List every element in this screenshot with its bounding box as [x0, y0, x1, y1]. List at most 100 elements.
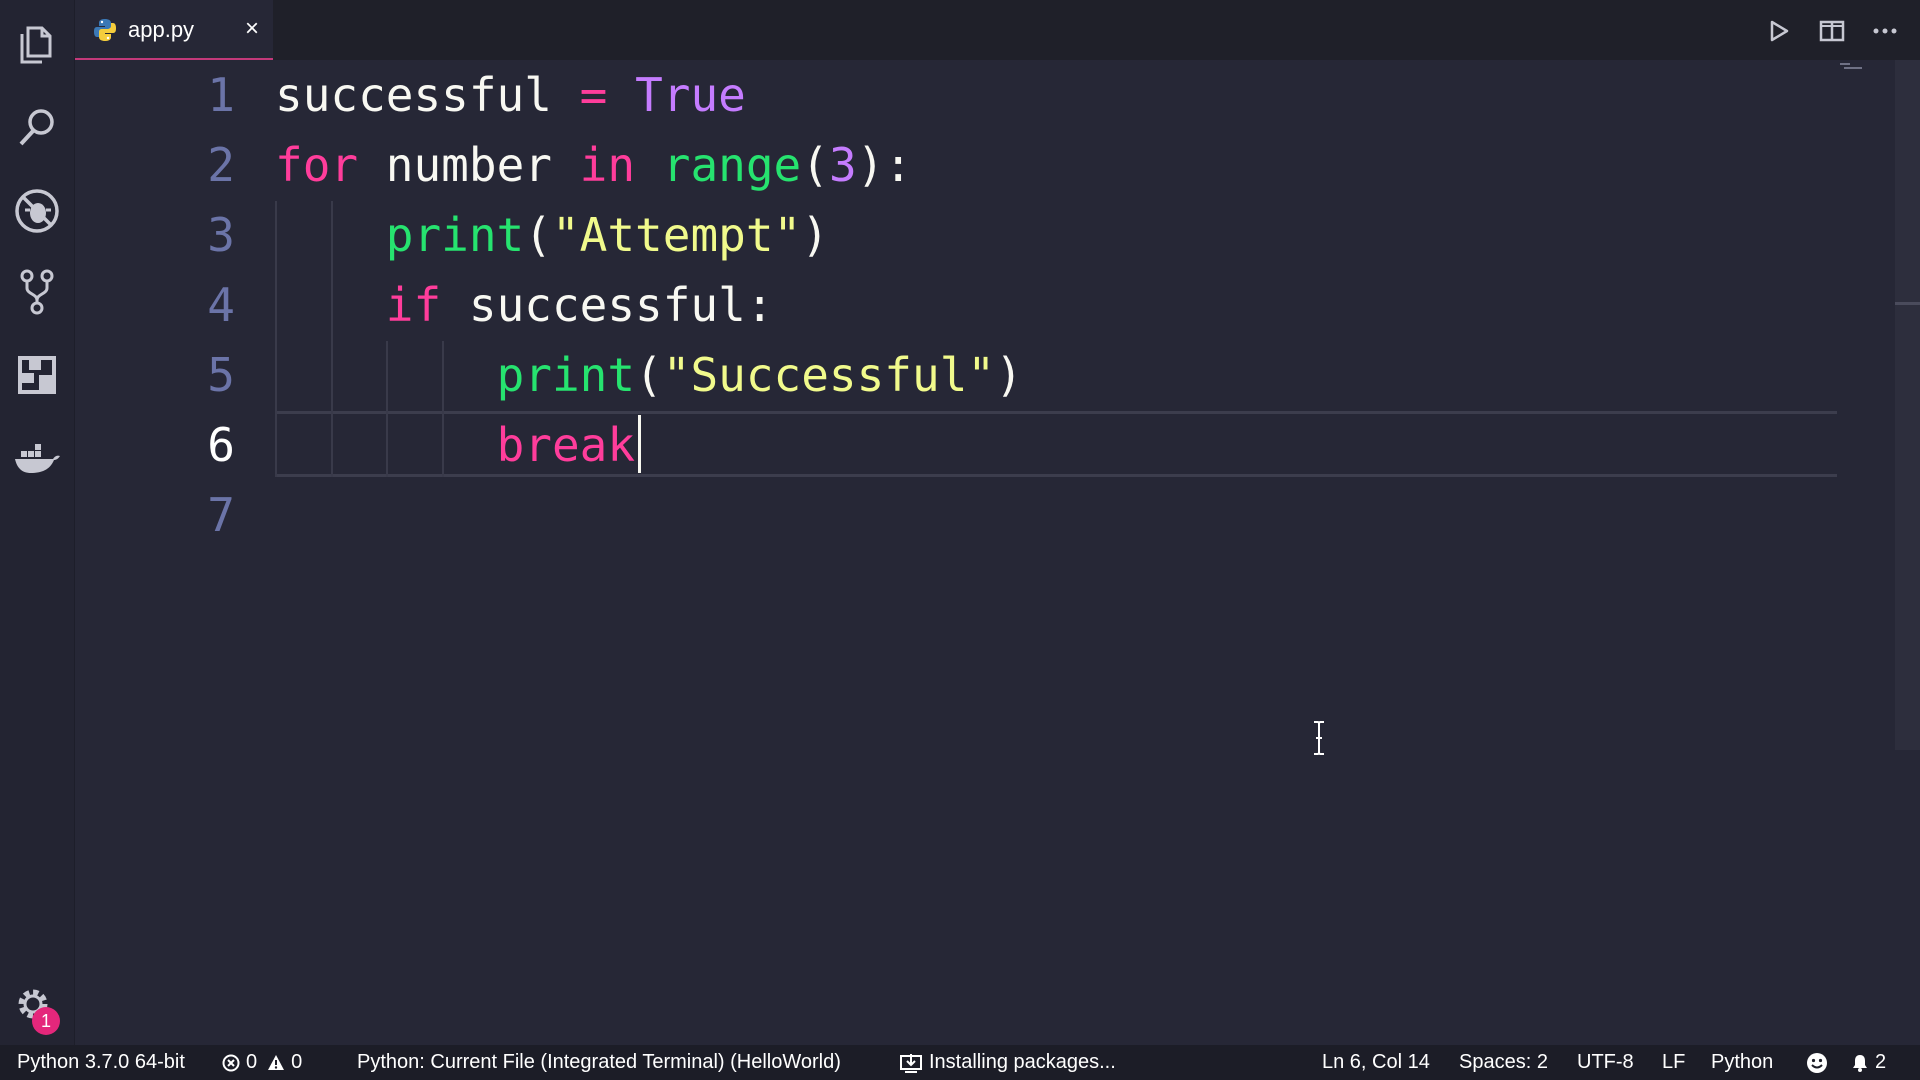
- code-text: print("Successful"): [275, 340, 1023, 410]
- cursor-position[interactable]: Ln 6, Col 14: [1322, 1045, 1430, 1080]
- interpreter-label: Python 3.7.0 64-bit: [17, 1051, 185, 1073]
- line-number: 7: [207, 488, 235, 542]
- indentation[interactable]: Spaces: 2: [1459, 1045, 1548, 1080]
- punctuation: ):: [856, 138, 913, 192]
- debug-configuration[interactable]: Python: Current File (Integrated Termina…: [357, 1045, 841, 1080]
- code-line[interactable]: 5 print("Successful"): [75, 340, 1895, 410]
- run-button[interactable]: [1762, 14, 1796, 48]
- encoding-label: UTF-8: [1577, 1051, 1634, 1073]
- line-number: 5: [207, 348, 235, 402]
- notifications[interactable]: 2: [1851, 1045, 1886, 1080]
- python-interpreter[interactable]: Python 3.7.0 64-bit: [17, 1045, 185, 1080]
- line-number: 6: [207, 418, 235, 472]
- search-icon: [19, 109, 54, 146]
- encoding[interactable]: UTF-8: [1577, 1045, 1634, 1080]
- ibeam-cursor-icon: [1314, 721, 1324, 755]
- split-editor-button[interactable]: [1815, 14, 1849, 48]
- function-name: range: [662, 138, 802, 192]
- indentation-label: Spaces: 2: [1459, 1051, 1548, 1073]
- problems-summary[interactable]: 0 0: [222, 1045, 312, 1080]
- code-editor[interactable]: 1 successful = True 2 for number in rang…: [75, 60, 1895, 1045]
- language-label: Python: [1711, 1051, 1774, 1073]
- code-line[interactable]: 3 print("Attempt"): [75, 200, 1895, 270]
- debug-icon: [15, 189, 59, 233]
- more-actions-button[interactable]: [1868, 14, 1902, 48]
- debug-config-label: Python: Current File (Integrated Termina…: [357, 1051, 841, 1073]
- identifier: successful: [275, 68, 552, 122]
- punctuation: (: [524, 208, 552, 262]
- keyword: if: [385, 278, 442, 332]
- code-text: for number in range(3):: [275, 130, 912, 200]
- identifier: successful: [468, 278, 746, 332]
- keyword: break: [496, 418, 636, 472]
- error-count: 0: [246, 1051, 258, 1073]
- notification-count: 2: [1875, 1051, 1887, 1073]
- download-icon: [900, 1053, 922, 1073]
- settings-button[interactable]: 1: [0, 971, 74, 1045]
- task-label: Installing packages...: [929, 1051, 1116, 1073]
- warning-icon: [268, 1054, 285, 1070]
- status-bar: Python 3.7.0 64-bit 0 0 Python: Current …: [0, 1045, 1920, 1080]
- text-cursor: [638, 415, 641, 473]
- search-button[interactable]: [0, 90, 74, 164]
- operator: =: [579, 68, 608, 122]
- feedback-button[interactable]: [1806, 1045, 1834, 1080]
- extensions-button[interactable]: [0, 338, 74, 412]
- source-control-icon: [20, 269, 54, 315]
- warning-count: 0: [291, 1051, 303, 1073]
- code-line[interactable]: 4 if successful:: [75, 270, 1895, 340]
- function-name: print: [496, 348, 636, 402]
- bell-icon: [1853, 1054, 1867, 1072]
- docker-button[interactable]: [0, 421, 74, 495]
- vscode-window: 1 app.py × 1 successful = True 2 for num…: [0, 0, 1920, 1080]
- scrollbar-thumb[interactable]: [1895, 60, 1920, 750]
- punctuation: (: [635, 348, 663, 402]
- close-icon[interactable]: ×: [240, 14, 264, 44]
- line-number: 1: [207, 68, 235, 122]
- code-text: break: [275, 410, 635, 480]
- line-number: 4: [207, 278, 235, 332]
- tab-app-py[interactable]: app.py ×: [75, 0, 273, 60]
- code-line[interactable]: 1 successful = True: [75, 60, 1895, 130]
- code-line[interactable]: 2 for number in range(3):: [75, 130, 1895, 200]
- punctuation: ): [801, 208, 829, 262]
- code-text: successful = True: [275, 60, 746, 130]
- keyword: in: [579, 138, 636, 192]
- more-icon: [1873, 28, 1897, 34]
- code-text: print("Attempt"): [275, 200, 829, 270]
- code-line[interactable]: 7: [75, 480, 1895, 550]
- keyword: for: [275, 138, 359, 192]
- python-icon: [94, 19, 116, 41]
- function-name: print: [385, 208, 525, 262]
- cursor-position-label: Ln 6, Col 14: [1322, 1051, 1430, 1073]
- line-number: 3: [207, 208, 235, 262]
- debug-button[interactable]: [0, 174, 74, 248]
- eol-label: LF: [1662, 1051, 1686, 1073]
- extensions-icon: [18, 356, 56, 394]
- identifier: number: [385, 138, 552, 192]
- number: 3: [828, 138, 857, 192]
- string: "Attempt": [551, 208, 802, 262]
- end-of-line[interactable]: LF: [1662, 1045, 1685, 1080]
- settings-badge: 1: [32, 1007, 60, 1035]
- explorer-button[interactable]: [0, 8, 74, 82]
- task-status[interactable]: Installing packages...: [899, 1045, 1116, 1080]
- tab-label: app.py: [128, 17, 195, 42]
- string: "Successful": [662, 348, 996, 402]
- run-icon: [1770, 20, 1789, 42]
- code-line-active[interactable]: 6 break: [75, 410, 1895, 480]
- line-number: 2: [207, 138, 235, 192]
- punctuation: :: [745, 278, 774, 332]
- language-mode[interactable]: Python: [1711, 1045, 1773, 1080]
- vertical-scrollbar[interactable]: [1895, 60, 1920, 1045]
- error-icon: [222, 1054, 240, 1071]
- source-control-button[interactable]: [0, 255, 74, 329]
